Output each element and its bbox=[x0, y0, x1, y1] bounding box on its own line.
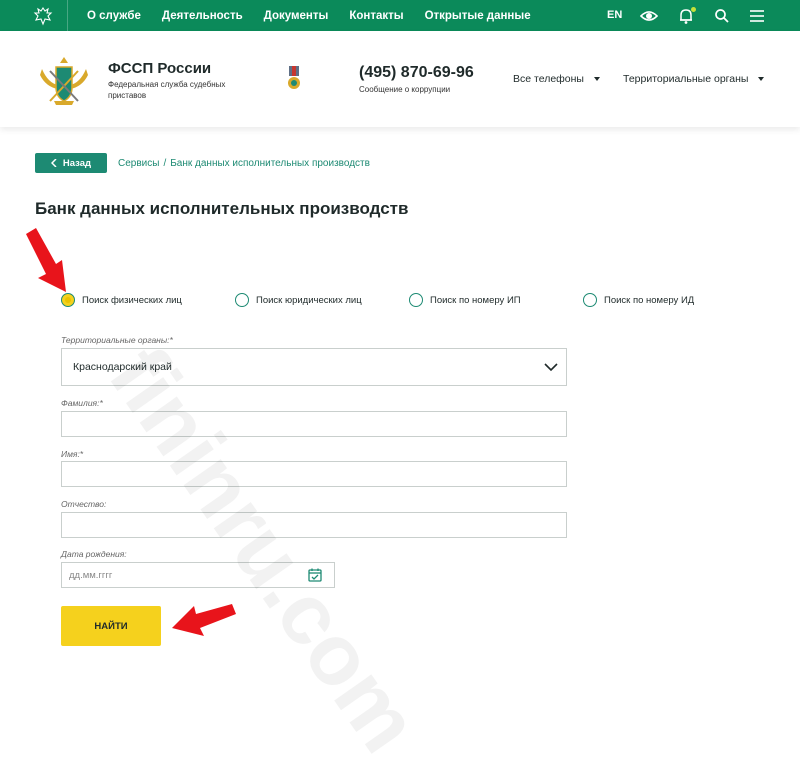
chevron-down-icon bbox=[544, 363, 558, 372]
search-icon[interactable] bbox=[713, 7, 731, 25]
notification-dot bbox=[691, 7, 696, 12]
breadcrumb-separator: / bbox=[163, 158, 167, 169]
phone-number[interactable]: (495) 870-69-96 bbox=[359, 64, 474, 82]
territorial-label: Территориальные органы:* bbox=[61, 335, 173, 345]
radio-id-label: Поиск по номеру ИД bbox=[604, 294, 695, 306]
menu-icon[interactable] bbox=[748, 7, 766, 25]
radio-unchecked-icon[interactable] bbox=[583, 293, 597, 307]
org-subtitle: Федеральная служба судебных приставов bbox=[108, 80, 226, 100]
org-name: ФССП России bbox=[108, 60, 212, 77]
all-phones-label: Все телефоны bbox=[513, 73, 584, 85]
birthdate-placeholder: дд.мм.гггг bbox=[69, 569, 113, 581]
fssp-logo[interactable] bbox=[36, 53, 92, 109]
name-input[interactable] bbox=[61, 461, 567, 487]
radio-ip-number[interactable]: Поиск по номеру ИП bbox=[409, 292, 521, 308]
radio-physical-label: Поиск физических лиц bbox=[82, 294, 182, 306]
red-arrow-icon bbox=[26, 228, 66, 292]
main-nav: О службе Деятельность Документы Контакты… bbox=[87, 0, 552, 31]
territorial-label: Территориальные органы bbox=[623, 73, 749, 85]
radio-unchecked-icon[interactable] bbox=[235, 293, 249, 307]
find-button[interactable]: НАЙТИ bbox=[61, 606, 161, 646]
red-arrow-icon bbox=[172, 604, 236, 636]
topbar-divider bbox=[67, 0, 68, 31]
chevron-left-icon bbox=[50, 159, 57, 167]
surname-label: Фамилия:* bbox=[61, 398, 103, 408]
radio-legal[interactable]: Поиск юридических лиц bbox=[235, 292, 362, 308]
nav-contacts[interactable]: Контакты bbox=[349, 10, 403, 22]
back-button[interactable]: Назад bbox=[35, 153, 107, 173]
radio-legal-label: Поиск юридических лиц bbox=[256, 294, 362, 306]
language-switch[interactable]: EN bbox=[607, 9, 622, 21]
caret-down-icon bbox=[593, 77, 600, 82]
nav-about[interactable]: О службе bbox=[87, 10, 141, 22]
breadcrumb-services[interactable]: Сервисы bbox=[118, 158, 159, 169]
birthdate-label: Дата рождения: bbox=[61, 549, 127, 559]
birthdate-input[interactable]: дд.мм.гггг bbox=[61, 562, 335, 588]
breadcrumb-current[interactable]: Банк данных исполнительных производств bbox=[170, 158, 370, 169]
caret-down-icon bbox=[758, 77, 765, 82]
territorial-dropdown[interactable]: Территориальные органы bbox=[623, 73, 765, 85]
watermark-text: fininru.com bbox=[90, 330, 438, 770]
calendar-icon[interactable] bbox=[308, 568, 322, 582]
territorial-value: Краснодарский край bbox=[73, 361, 172, 373]
radio-id-number[interactable]: Поиск по номеру ИД bbox=[583, 292, 694, 308]
territorial-select[interactable]: Краснодарский край bbox=[61, 348, 567, 386]
radio-physical[interactable]: Поиск физических лиц bbox=[61, 292, 182, 308]
patronymic-input[interactable] bbox=[61, 512, 567, 538]
eye-icon[interactable] bbox=[640, 7, 658, 25]
radio-unchecked-icon[interactable] bbox=[409, 293, 423, 307]
surname-input[interactable] bbox=[61, 411, 567, 437]
nav-open-data[interactable]: Открытые данные bbox=[425, 10, 531, 22]
nav-documents[interactable]: Документы bbox=[264, 10, 329, 22]
page-title: Банк данных исполнительных производств bbox=[35, 199, 409, 218]
nav-activity[interactable]: Деятельность bbox=[162, 10, 243, 22]
top-navbar: О службе Деятельность Документы Контакты… bbox=[0, 0, 800, 31]
patronymic-label: Отчество: bbox=[61, 499, 107, 509]
emblem-icon[interactable] bbox=[33, 6, 53, 26]
corruption-report-link[interactable]: Сообщение о коррупции bbox=[359, 85, 450, 94]
all-phones-dropdown[interactable]: Все телефоны bbox=[513, 73, 600, 85]
breadcrumb: Сервисы / Банк данных исполнительных произ… bbox=[118, 158, 370, 169]
back-button-label: Назад bbox=[62, 157, 92, 169]
site-header: ФССП России Федеральная служба судебных … bbox=[0, 31, 800, 127]
radio-ip-label: Поиск по номеру ИП bbox=[430, 294, 521, 306]
name-label: Имя:* bbox=[61, 449, 84, 459]
medal-icon bbox=[288, 66, 300, 89]
